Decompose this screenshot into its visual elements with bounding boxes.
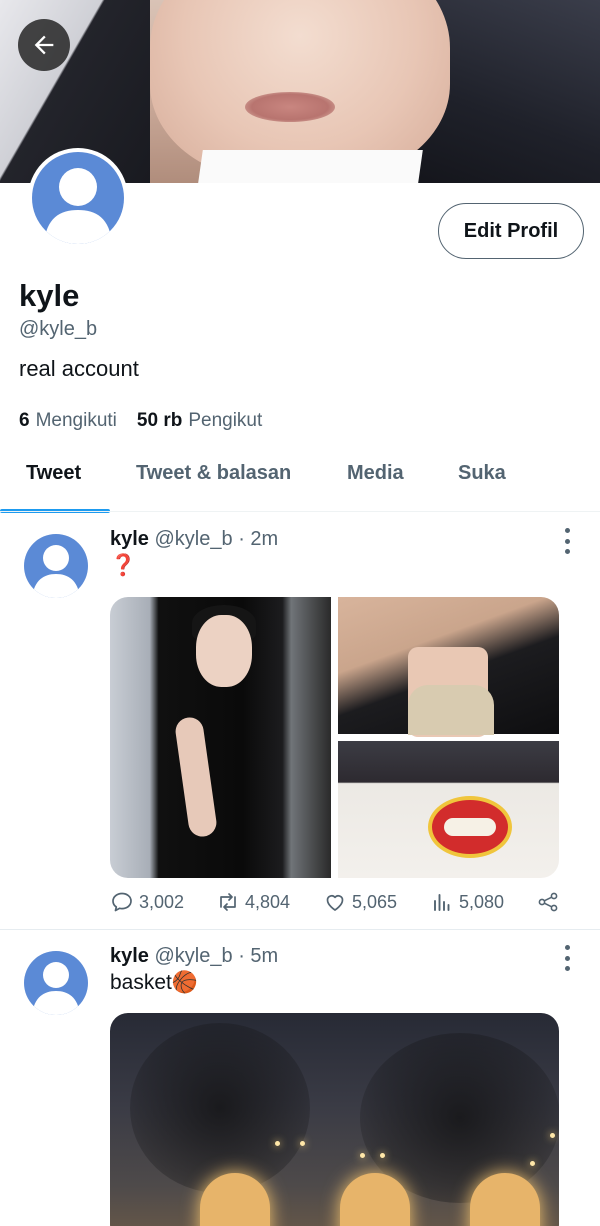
like-count: 5,065 <box>352 891 398 912</box>
more-options-icon[interactable] <box>556 945 578 971</box>
share-button[interactable] <box>536 890 560 914</box>
profile-tabs: Tweet Tweet & balasan Media Suka <box>0 452 600 513</box>
followers-count: 50 rb <box>136 410 183 431</box>
tweet-header: kyle @kyle_b · 2m <box>110 528 278 551</box>
tweet-divider <box>0 929 600 930</box>
arrow-left-icon <box>34 35 54 55</box>
tweet-avatar[interactable] <box>24 534 88 598</box>
followers-link[interactable]: 50 rb Pengikut <box>137 410 262 432</box>
back-button[interactable] <box>18 19 70 71</box>
profile-name: kyle <box>19 278 80 313</box>
tweet-photo-1[interactable] <box>110 597 331 878</box>
tweet-author-name[interactable]: kyle <box>110 528 149 550</box>
default-user-icon <box>32 545 80 598</box>
tweet-time: · 2m <box>238 528 279 550</box>
reply-button[interactable]: 3,002 <box>110 890 184 914</box>
tabs-divider <box>0 511 600 512</box>
tweet-photo[interactable] <box>110 1013 559 1226</box>
profile-avatar[interactable] <box>28 148 128 248</box>
more-options-icon[interactable] <box>556 528 578 554</box>
tweet-author-handle: @kyle_b <box>154 528 233 550</box>
reply-icon <box>112 892 132 912</box>
tab-likes[interactable]: Suka <box>458 462 506 485</box>
like-button[interactable]: 5,065 <box>323 890 397 914</box>
tweet-time: · 5m <box>238 945 279 967</box>
reply-count: 3,002 <box>139 891 185 912</box>
views-count: 5,080 <box>459 891 505 912</box>
heart-icon <box>326 894 344 911</box>
share-icon <box>538 892 558 912</box>
retweet-button[interactable]: 4,804 <box>216 890 290 914</box>
following-link[interactable]: 6 Mengikuti <box>19 410 117 432</box>
tweet-text: ❓ <box>110 554 137 577</box>
default-user-icon <box>32 962 80 1015</box>
tweet-media-grid <box>110 597 559 878</box>
default-user-icon <box>44 168 112 244</box>
follow-stats: 6 Mengikuti 50 rb Pengikut <box>19 410 262 432</box>
analytics-icon <box>434 894 450 911</box>
retweet-count: 4,804 <box>245 891 291 912</box>
tab-tweet[interactable]: Tweet <box>26 462 81 485</box>
tweet-author-handle: @kyle_b <box>154 945 233 967</box>
tweet-photo-2[interactable] <box>338 597 559 737</box>
profile-handle: @kyle_b <box>19 318 98 340</box>
retweet-icon <box>220 893 236 911</box>
tweet-photo-3[interactable] <box>338 741 559 878</box>
tweet-author-name[interactable]: kyle <box>110 945 149 967</box>
edit-profile-button[interactable]: Edit Profil <box>438 203 584 259</box>
following-label: Mengikuti <box>35 410 117 431</box>
banner-lips <box>245 92 335 122</box>
tweet-text: basket🏀 <box>110 971 199 994</box>
tweet-avatar[interactable] <box>24 951 88 1015</box>
banner-collar <box>197 150 423 183</box>
tab-tweet-replies[interactable]: Tweet & balasan <box>136 462 291 485</box>
views-button[interactable]: 5,080 <box>430 890 504 914</box>
tab-media[interactable]: Media <box>347 462 404 485</box>
followers-label: Pengikut <box>188 410 263 431</box>
tweet-actions: 3,002 4,804 5,065 5,080 <box>110 890 562 920</box>
profile-bio: real account <box>19 356 139 381</box>
tweet-header: kyle @kyle_b · 5m <box>110 945 278 968</box>
following-count: 6 <box>19 410 30 431</box>
